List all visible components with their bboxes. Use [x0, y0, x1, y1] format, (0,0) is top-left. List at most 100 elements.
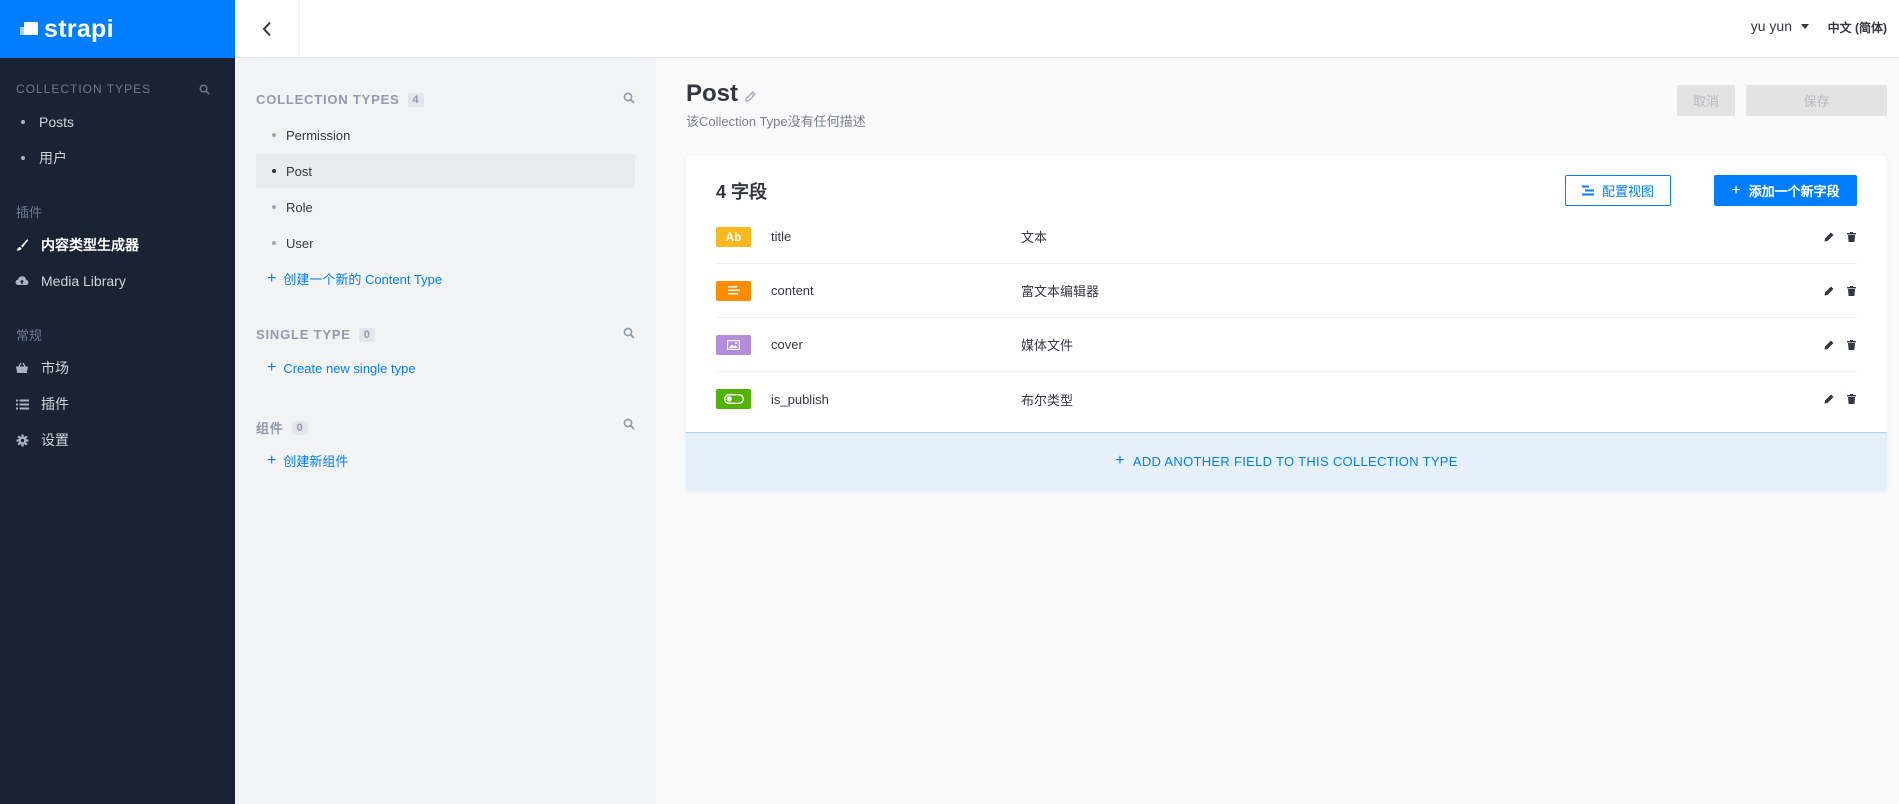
- sidebar-item-label: Posts: [39, 114, 75, 130]
- text-icon: Ab: [716, 226, 751, 247]
- bullet-icon: [21, 120, 25, 124]
- bullet-icon: [21, 156, 25, 160]
- main-content: Post 该Collection Type没有任何描述 取消 保存 4 字段 配…: [656, 58, 1899, 804]
- section-title: SINGLE TYPE: [256, 327, 351, 342]
- language-selector[interactable]: 中文 (简体): [1828, 19, 1887, 36]
- brush-icon: [15, 238, 29, 252]
- pencil-icon[interactable]: [745, 90, 756, 102]
- delete-field-button[interactable]: [1845, 339, 1857, 351]
- field-actions: [1823, 393, 1857, 405]
- field-row-title[interactable]: Ab title 文本: [716, 210, 1857, 264]
- ct-item-user[interactable]: User: [256, 226, 635, 260]
- save-button[interactable]: 保存: [1746, 85, 1887, 116]
- gear-icon: [15, 433, 29, 447]
- fields-card: 4 字段 配置视图 + 添加一个新字段 Ab title 文本 content …: [686, 156, 1887, 489]
- button-label: 配置视图: [1601, 184, 1654, 199]
- sidebar-item-users[interactable]: 用户: [0, 140, 235, 176]
- field-row-is-publish[interactable]: is_publish 布尔类型: [716, 372, 1857, 426]
- pencil-icon: [1824, 394, 1834, 404]
- edit-field-button[interactable]: [1823, 231, 1835, 243]
- create-content-type-link[interactable]: + 创建一个新的 Content Type: [267, 269, 442, 288]
- count-badge: 0: [291, 420, 308, 435]
- sidebar-item-media-library[interactable]: Media Library: [0, 263, 235, 299]
- button-label: 添加一个新字段: [1748, 184, 1840, 199]
- sidebar-item-settings[interactable]: 设置: [0, 422, 235, 458]
- layout-icon: [1581, 185, 1594, 196]
- sidebar-item-marketplace[interactable]: 市场: [0, 350, 235, 386]
- ct-item-post[interactable]: Post: [256, 154, 635, 188]
- plus-icon: +: [1115, 452, 1125, 469]
- sidebar-item-posts[interactable]: Posts: [0, 104, 235, 140]
- field-name: cover: [771, 337, 803, 352]
- field-actions: [1823, 285, 1857, 297]
- configure-view-button[interactable]: 配置视图: [1565, 175, 1671, 206]
- trash-icon: [1846, 285, 1856, 296]
- bullet-icon: [272, 133, 276, 137]
- add-another-field-button[interactable]: + ADD ANOTHER FIELD TO THIS COLLECTION T…: [686, 432, 1887, 489]
- delete-field-button[interactable]: [1845, 231, 1857, 243]
- field-actions: [1823, 231, 1857, 243]
- search-icon[interactable]: [199, 84, 210, 95]
- edit-field-button[interactable]: [1823, 393, 1835, 405]
- chevron-left-icon: [262, 21, 271, 37]
- edit-field-button[interactable]: [1823, 285, 1835, 297]
- field-name: content: [771, 283, 814, 298]
- add-field-button[interactable]: + 添加一个新字段: [1714, 175, 1857, 206]
- field-row-content[interactable]: content 富文本编辑器: [716, 264, 1857, 318]
- field-row-cover[interactable]: cover 媒体文件: [716, 318, 1857, 372]
- pencil-icon: [1824, 340, 1834, 349]
- nav-section-label: 常规: [16, 328, 43, 343]
- delete-field-button[interactable]: [1845, 393, 1857, 405]
- user-menu[interactable]: yu yun: [1751, 18, 1809, 34]
- ct-item-role[interactable]: Role: [256, 190, 635, 224]
- components-header: 组件 0: [256, 418, 308, 437]
- trash-icon: [1846, 231, 1856, 242]
- strapi-logo-icon: [18, 19, 38, 39]
- richtext-icon: [716, 280, 751, 301]
- sidebar-item-label: 插件: [41, 396, 69, 412]
- create-single-type-link[interactable]: + Create new single type: [267, 360, 416, 376]
- brand-logo[interactable]: strapi: [0, 0, 235, 58]
- ct-item-label: User: [286, 235, 314, 251]
- back-button[interactable]: [235, 0, 300, 58]
- search-icon[interactable]: [623, 418, 635, 430]
- top-bar: yu yun 中文 (简体): [235, 0, 1899, 58]
- sidebar-item-content-type-builder[interactable]: 内容类型生成器: [0, 227, 235, 263]
- count-badge: 4: [407, 92, 424, 107]
- delete-field-button[interactable]: [1845, 285, 1857, 297]
- brand-name: strapi: [44, 14, 114, 43]
- media-icon: [716, 334, 751, 355]
- plus-icon: +: [267, 269, 277, 287]
- create-component-link[interactable]: + 创建新组件: [267, 451, 348, 470]
- ct-item-label: Permission: [286, 127, 351, 143]
- section-title: COLLECTION TYPES: [256, 92, 400, 107]
- nav-collection-types-title: COLLECTION TYPES: [0, 82, 235, 96]
- basket-icon: [15, 361, 29, 375]
- sidebar-item-label: 内容类型生成器: [41, 237, 139, 253]
- link-label: Create new single type: [283, 360, 416, 376]
- caret-down-icon: [1801, 23, 1809, 29]
- main-sidebar: strapi COLLECTION TYPES Posts 用户 插件 内容类型…: [0, 0, 235, 804]
- content-type-list-panel: COLLECTION TYPES 4 Permission Post Role …: [235, 58, 656, 804]
- edit-field-button[interactable]: [1823, 339, 1835, 351]
- cancel-button[interactable]: 取消: [1677, 85, 1735, 116]
- field-name: is_publish: [771, 391, 829, 407]
- field-type: 富文本编辑器: [1021, 284, 1100, 299]
- field-actions: [1823, 339, 1857, 351]
- ct-item-permission[interactable]: Permission: [256, 118, 635, 152]
- page-title-text: Post: [686, 80, 739, 107]
- bullet-icon: [272, 169, 276, 173]
- boolean-icon: [716, 389, 751, 409]
- pencil-icon: [1824, 286, 1834, 295]
- plus-icon: +: [267, 451, 277, 469]
- field-type: 布尔类型: [1021, 392, 1074, 408]
- nav-section-label: 插件: [16, 205, 43, 220]
- sidebar-item-label: 用户: [39, 150, 67, 166]
- pencil-icon: [1824, 232, 1834, 241]
- search-icon[interactable]: [623, 327, 635, 339]
- link-label: 创建一个新的 Content Type: [283, 272, 443, 287]
- search-icon[interactable]: [623, 92, 635, 104]
- sidebar-item-plugins[interactable]: 插件: [0, 386, 235, 422]
- plus-icon: +: [1731, 181, 1741, 199]
- sidebar-item-label: 市场: [41, 360, 69, 376]
